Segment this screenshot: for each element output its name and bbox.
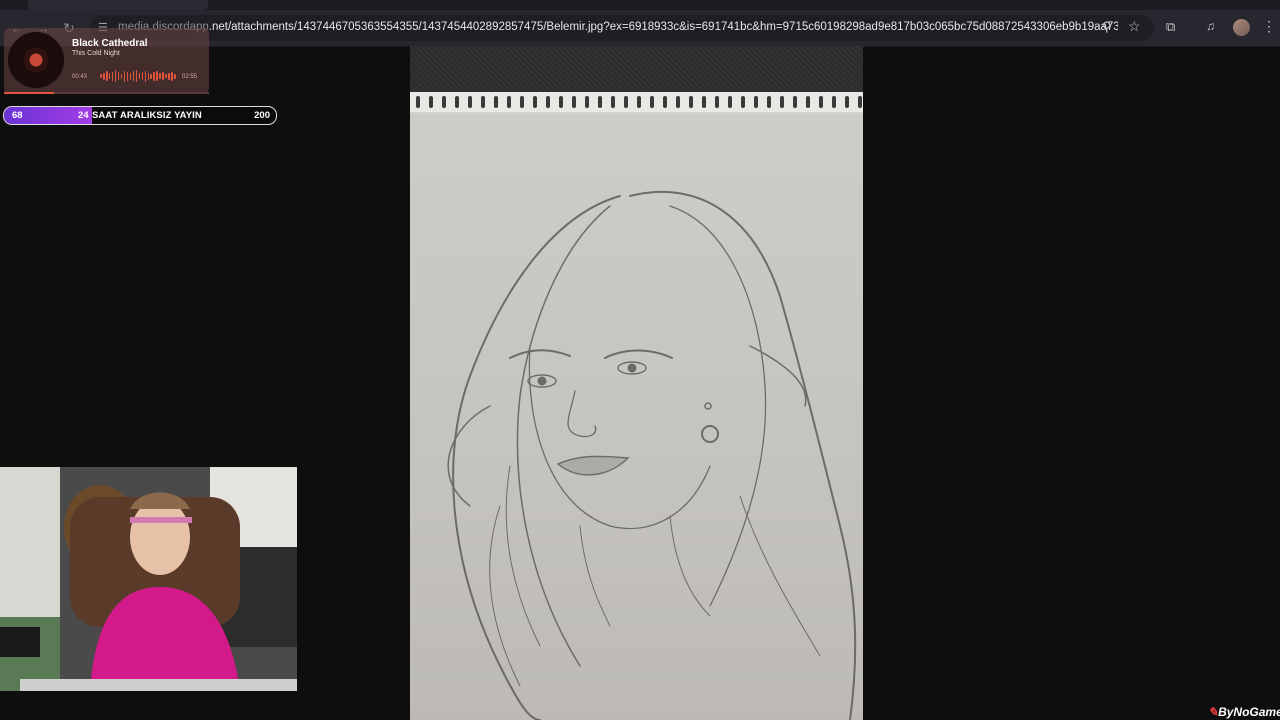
media-controls-icon[interactable]: ♫ <box>1206 19 1215 33</box>
brand-logo-icon: ✎ <box>1208 705 1219 719</box>
subathon-label: SAAT ARALIKSIZ YAYIN <box>92 110 202 121</box>
watermark: ✎ByNoGame <box>1208 705 1280 719</box>
waveform-bar <box>129 72 132 80</box>
album-art <box>8 32 64 88</box>
subathon-bar: 68 24 SAAT ARALIKSIZ YAYIN 200 <box>3 106 277 125</box>
webcam-feed <box>0 467 297 691</box>
url-path: .net/attachments/1437446705363554355/143… <box>208 21 1118 33</box>
waveform-bar <box>156 71 158 81</box>
profile-avatar[interactable] <box>1233 19 1250 36</box>
waveform-bar <box>138 73 141 79</box>
song-progress-fill <box>4 92 54 94</box>
subathon-mid-value: 24 <box>78 110 89 121</box>
browser-tab[interactable] <box>28 0 208 10</box>
waveform-bar <box>159 73 161 79</box>
watermark-text: ByNoGame <box>1218 705 1280 719</box>
waveform-bar <box>165 74 167 78</box>
waveform-bar <box>120 73 123 79</box>
waveform-bar <box>141 72 144 80</box>
total-time: 02:55 <box>182 74 198 80</box>
waveform-bar <box>168 72 170 80</box>
waveform-bar <box>123 70 126 82</box>
elapsed-time: 00:43 <box>72 74 88 80</box>
waveform-bar <box>144 70 147 82</box>
tab-strip <box>0 0 1280 10</box>
webcam-scene <box>0 467 297 691</box>
song-title: Black Cathedral <box>72 38 148 49</box>
waveform-bar <box>102 72 105 80</box>
url-text[interactable]: media.discordapp.net/attachments/1437446… <box>118 21 1118 33</box>
address-bar[interactable]: ☰ media.discordapp.net/attachments/14374… <box>90 15 1154 41</box>
waveform-bar <box>153 71 156 81</box>
portrait-sketch <box>447 191 857 720</box>
waveform-visualizer <box>100 70 176 82</box>
waveform-bar <box>108 73 111 79</box>
subathon-right-value: 200 <box>254 110 270 121</box>
song-progress-bar <box>4 92 209 94</box>
waveform-bar <box>114 70 117 82</box>
star-icon[interactable]: ☆ <box>1128 18 1141 35</box>
waveform-bar <box>147 72 150 80</box>
now-playing-widget: Black Cathedral This Cold Night 00:43 02… <box>4 28 209 94</box>
kebab-menu-icon[interactable]: ⋮ <box>1262 18 1276 35</box>
waveform-bar <box>150 73 153 79</box>
puzzle-icon[interactable]: ⧉ <box>1166 19 1175 35</box>
waveform-bar <box>132 71 135 81</box>
waveform-bar <box>162 72 164 80</box>
waveform-bar <box>174 73 176 79</box>
subathon-left-value: 68 <box>12 110 23 121</box>
waveform-bar <box>117 72 120 80</box>
waveform-bar <box>100 74 102 78</box>
waveform-bar <box>111 71 114 81</box>
waveform-bar <box>171 71 173 81</box>
displayed-image[interactable] <box>410 46 863 720</box>
song-artist: This Cold Night <box>72 50 120 57</box>
zoom-icon[interactable]: ⚲ <box>1102 19 1112 35</box>
waveform-bar <box>105 71 108 81</box>
waveform-bar <box>126 71 129 81</box>
waveform-bar <box>135 70 138 82</box>
